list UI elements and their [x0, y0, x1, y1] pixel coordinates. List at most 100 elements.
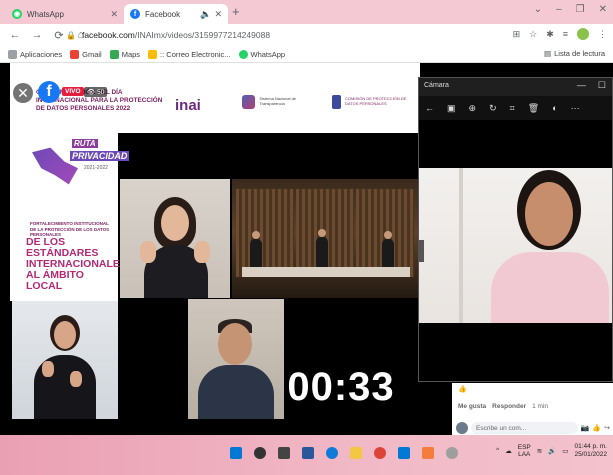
profile-avatar[interactable] — [577, 28, 589, 40]
bookmarks-bar: Aplicaciones Gmail Maps :: Correo Electr… — [0, 46, 613, 63]
close-icon[interactable]: ✕ — [110, 9, 118, 20]
whatsapp-icon: ◉ — [12, 9, 22, 19]
gallery-icon[interactable]: ▣ — [447, 103, 456, 114]
search-icon[interactable] — [254, 447, 266, 459]
reading-list-icon: ▤ — [544, 49, 552, 58]
address-bar-row: ← → ⟳ ⌂ 🔒 facebook.com /INAImx/videos/31… — [0, 24, 613, 46]
delete-icon[interactable]: 🗑 — [528, 103, 539, 114]
camera-window-controls: — ☐ — [577, 80, 606, 91]
eye-icon: 👁 — [87, 89, 96, 96]
paint-icon[interactable] — [422, 447, 434, 459]
url-path: /INAImx/videos/3159977214249088 — [134, 30, 271, 40]
install-icon[interactable]: ⊞ — [513, 29, 521, 40]
minimize-icon[interactable]: — — [577, 80, 586, 91]
back-icon[interactable]: ← — [8, 29, 22, 41]
chevron-down-icon[interactable]: ⌄ — [534, 4, 542, 15]
chevron-up-icon[interactable]: ^ — [496, 447, 499, 454]
extension-icon[interactable]: ✱ — [546, 29, 554, 40]
forward-icon[interactable]: → — [30, 29, 44, 41]
comment-actions: Me gusta Responder 1 min — [458, 403, 548, 410]
event-side-panel: RUTA PRIVACIDAD 2021-2022 FORTALECIMIENT… — [10, 133, 130, 301]
word-icon[interactable] — [302, 447, 314, 459]
reload-icon[interactable]: ⟳ — [52, 29, 66, 42]
battery-icon[interactable]: ▭ — [562, 447, 568, 455]
reply-link[interactable]: Responder — [492, 403, 526, 410]
windows-taskbar: ^ ☁ ESP LAA ≋ 🔊 ▭ 01:44 p. m. 25/01/2022 — [0, 435, 613, 475]
camera-icon[interactable]: 📷 — [581, 424, 590, 432]
language-indicator[interactable]: ESP LAA — [518, 444, 531, 458]
apps-icon — [8, 49, 17, 59]
user-avatar — [456, 422, 468, 434]
close-icon[interactable]: ✕ — [214, 9, 222, 20]
tab-whatsapp[interactable]: ◉ WhatsApp ✕ — [6, 4, 124, 24]
comision-logo-icon — [332, 95, 342, 109]
camera-title: Cámara — [424, 82, 449, 89]
bookmark-apps[interactable]: Aplicaciones — [8, 49, 62, 59]
tab-label: Facebook — [145, 9, 181, 19]
camera-resize-handle[interactable] — [418, 240, 424, 262]
snt-logo-icon — [242, 95, 256, 109]
zoom-in-icon[interactable]: ⊕ — [469, 103, 477, 114]
tab-label: WhatsApp — [27, 9, 64, 19]
maximize-icon[interactable]: ❐ — [576, 4, 585, 15]
new-tab-button[interactable]: + — [232, 4, 240, 19]
camera-app-window[interactable]: Cámara — ☐ ← ▣ ⊕ ↻ ⌗ 🗑 ◐ ⋯ — [418, 77, 613, 382]
settings-icon[interactable] — [446, 447, 458, 459]
like-icon[interactable]: 👍 — [592, 424, 601, 432]
start-icon[interactable] — [230, 447, 242, 459]
rotate-icon[interactable]: ↻ — [489, 103, 497, 114]
url-field[interactable]: 🔒 facebook.com /INAImx/videos/3159977214… — [66, 27, 458, 43]
edit-icon[interactable]: ◐ — [552, 103, 557, 113]
close-video-button[interactable]: ✕ — [13, 83, 33, 103]
whatsapp-icon — [238, 49, 248, 59]
task-view-icon[interactable] — [278, 447, 290, 459]
camera-toolbar: ← ▣ ⊕ ↻ ⌗ 🗑 ◐ ⋯ — [419, 96, 612, 120]
star-icon[interactable]: ☆ — [529, 29, 537, 40]
comment-input[interactable]: Escribe un com... — [471, 422, 578, 434]
chrome-icon[interactable] — [374, 447, 386, 459]
system-tray: ^ ☁ ESP LAA ≋ 🔊 ▭ 01:44 p. m. 25/01/2022 — [496, 443, 607, 459]
tab-facebook[interactable]: f Facebook 🔈 ✕ — [124, 4, 228, 24]
comment-time: 1 min — [532, 403, 549, 410]
bookmark-gmail[interactable]: Gmail — [70, 49, 102, 59]
share-icon[interactable]: ↪ — [604, 424, 610, 432]
countdown-timer: 00:33 — [287, 364, 395, 409]
maximize-icon[interactable]: ☐ — [598, 80, 606, 91]
reading-list-button[interactable]: ▤ Lista de lectura — [544, 49, 605, 58]
explorer-icon[interactable] — [350, 447, 362, 459]
clock[interactable]: 01:44 p. m. 25/01/2022 — [574, 443, 607, 459]
more-icon[interactable]: ⋯ — [571, 103, 580, 114]
facebook-logo-icon[interactable]: f — [38, 81, 60, 103]
comment-composer: Escribe un com... 📷 👍 ↪ — [456, 421, 610, 435]
maps-icon — [109, 49, 119, 59]
headline-estandares: DE LOS ESTÁNDARES INTERNACIONALES AL ÁMB… — [26, 236, 127, 293]
edge-icon[interactable] — [326, 447, 338, 459]
crop-icon[interactable]: ⌗ — [510, 103, 515, 114]
empty-video-tile — [120, 299, 186, 419]
mail-icon[interactable] — [398, 447, 410, 459]
sign-language-video — [12, 301, 118, 419]
url-domain: facebook.com — [81, 30, 135, 40]
viewer-count: 👁 50 — [84, 87, 108, 97]
like-link[interactable]: Me gusta — [458, 403, 486, 410]
volume-icon[interactable]: 🔊 — [548, 447, 556, 455]
close-window-icon[interactable]: ✕ — [599, 4, 607, 15]
menu-icon[interactable]: ⋮ — [598, 29, 607, 40]
participant-video — [188, 299, 284, 419]
bookmark-whatsapp[interactable]: WhatsApp — [238, 49, 285, 59]
playlist-icon[interactable]: ≡ — [563, 29, 568, 39]
bookmark-correo[interactable]: :: Correo Electronic... — [148, 49, 231, 59]
minimize-icon[interactable]: – — [556, 4, 562, 15]
inai-logo: inai — [175, 97, 201, 114]
gmail-icon — [70, 49, 80, 59]
lock-icon: 🔒 — [66, 30, 76, 40]
bookmark-maps[interactable]: Maps — [109, 49, 140, 59]
wifi-icon[interactable]: ≋ — [537, 447, 542, 455]
panel-room-video — [232, 179, 418, 298]
snt-logo: Sistema Nacional de Transparencia — [242, 95, 312, 109]
taskbar-apps — [230, 447, 458, 459]
cloud-icon[interactable]: ☁ — [505, 447, 512, 455]
facebook-icon: f — [130, 9, 140, 19]
back-icon[interactable]: ← — [425, 103, 434, 113]
speaker-icon[interactable]: 🔈 — [200, 9, 211, 20]
